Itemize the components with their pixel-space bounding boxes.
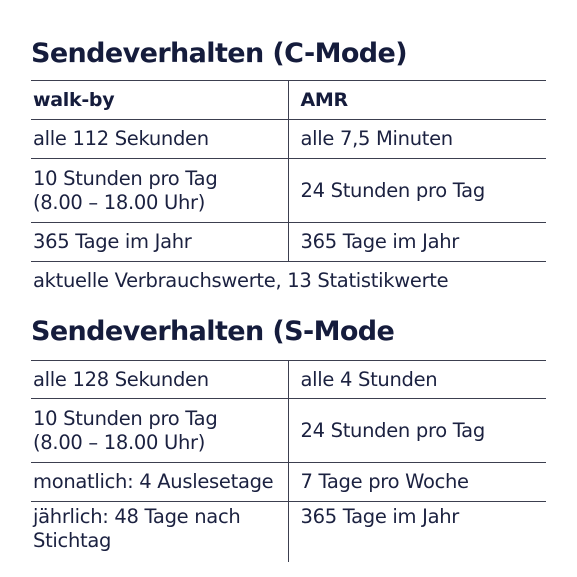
s-mode-table: alle 128 Sekunden alle 4 Stunden 10 Stun… — [31, 360, 546, 562]
table-cell: 365 Tage im Jahr — [287, 222, 546, 262]
table-cell: jährlich: 48 Tage nach Stichtag — [33, 505, 241, 552]
c-mode-table: walk-by AMR alle 112 Sekunden alle 7,5 M… — [31, 80, 546, 300]
table-cell: alle 4 Stunden — [287, 360, 546, 399]
table-cell: 7 Tage pro Woche — [287, 462, 546, 502]
table-row: 365 Tage im Jahr 365 Tage im Jahr — [31, 222, 546, 262]
section-title-s-mode: Sendeverhalten (S-Mode — [31, 316, 395, 347]
table-cell: alle 128 Sekunden — [31, 360, 288, 399]
table-row: alle 128 Sekunden alle 4 Stunden — [31, 360, 546, 399]
table-cell: 365 Tage im Jahr — [287, 501, 546, 562]
table-row: 10 Stunden pro Tag (8.00 – 18.00 Uhr) 24 … — [31, 158, 546, 223]
table-row: 10 Stunden pro Tag (8.00 – 18.00 Uhr) 24 … — [31, 398, 546, 463]
table-cell: 24 Stunden pro Tag — [287, 158, 546, 223]
table-row: monatlich: 4 Auslesetage 7 Tage pro Woch… — [31, 462, 546, 502]
table-cell: 24 Stunden pro Tag — [287, 398, 546, 463]
table-footer-row: aktuelle Verbrauchswerte, 13 Statistikwe… — [31, 262, 546, 300]
table-row: alle 112 Sekunden alle 7,5 Minuten — [31, 119, 546, 159]
table-row: jährlich: 48 Tage nach Stichtag 365 Tage … — [31, 501, 546, 562]
table-cell: alle 112 Sekunden — [31, 119, 288, 159]
table-cell: monatlich: 4 Auslesetage — [31, 462, 288, 502]
table-footer-note: aktuelle Verbrauchswerte, 13 Statistikwe… — [33, 268, 449, 292]
section-title-c-mode: Sendeverhalten (C-Mode) — [31, 38, 408, 69]
table-header-row: walk-by AMR — [31, 80, 546, 120]
table-cell: alle 7,5 Minuten — [287, 119, 546, 159]
table-cell: 365 Tage im Jahr — [31, 222, 288, 262]
table-cell: 10 Stunden pro Tag (8.00 – 18.00 Uhr) — [31, 398, 288, 463]
column-header-walk-by: walk-by — [31, 80, 288, 120]
column-header-amr: AMR — [287, 80, 546, 120]
table-cell: 10 Stunden pro Tag (8.00 – 18.00 Uhr) — [31, 158, 288, 223]
